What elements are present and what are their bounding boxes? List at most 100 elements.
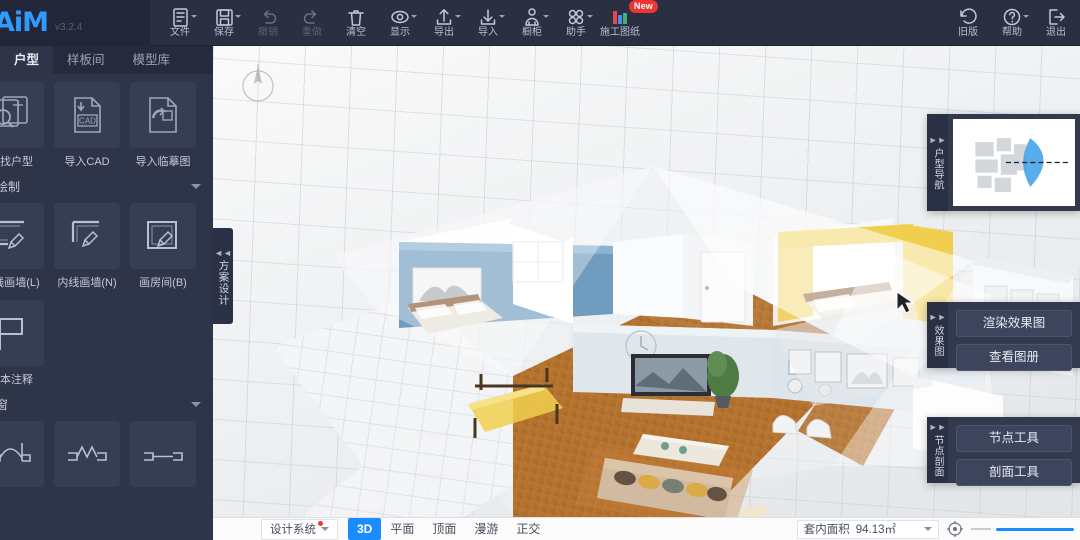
panel-toggle-node-section[interactable]: ►► 节点剖面 — [927, 417, 948, 483]
blueprint-icon — [613, 11, 627, 24]
toolbar-button-save[interactable]: 保存 — [202, 1, 246, 45]
scheme-design-label: 方案设计 — [217, 259, 230, 306]
minimap-graphic — [975, 138, 1070, 192]
toolbar-button-label: 保存 — [214, 27, 234, 38]
chevron-down-icon — [411, 14, 417, 18]
view-mode-平面[interactable]: 平面 — [381, 518, 423, 540]
search-plan-icon — [0, 96, 28, 128]
area-display[interactable]: 套内面积 94.13㎡ — [796, 519, 939, 539]
panel-tab-0[interactable]: 户型 — [0, 46, 54, 74]
tool-inner-wall[interactable] — [54, 203, 120, 269]
tool-label: 文本注释 — [0, 374, 33, 386]
save-icon — [214, 7, 234, 26]
viewport-3d[interactable]: ►► 户型导航 ►► 效果图 渲染效果图 查看图册 ►► 节点剖面 节点工具 剖… — [213, 46, 1080, 540]
inner-wall-icon — [71, 220, 99, 248]
panel-toggle-floorplan-nav[interactable]: ►► 户型导航 — [927, 114, 948, 211]
panel-tab-1[interactable]: 样板间 — [53, 46, 119, 74]
zoom-slider[interactable] — [971, 527, 1074, 531]
redo-icon — [303, 10, 317, 24]
tool-import-trace[interactable] — [130, 82, 196, 148]
design-system-button[interactable]: 设计系统 — [261, 518, 338, 540]
undo-icon — [263, 10, 277, 24]
eye-icon — [390, 7, 410, 26]
view-album-button[interactable]: 查看图册 — [956, 344, 1072, 371]
tool-search-plan[interactable] — [0, 82, 44, 148]
section-header-window[interactable]: 窗 — [0, 387, 213, 419]
toolbar-button-label: 清空 — [346, 27, 366, 38]
svg-text:CAD: CAD — [79, 117, 96, 126]
assistant-icon — [568, 9, 584, 25]
panel-toggle-render[interactable]: ►► 效果图 — [927, 302, 948, 368]
revert-icon — [960, 8, 977, 24]
node-tool-button[interactable]: 节点工具 — [956, 425, 1072, 452]
zoom-track[interactable] — [996, 527, 1074, 531]
tool-draw-room[interactable] — [130, 203, 196, 269]
double-window-icon — [68, 445, 107, 461]
panel-tab-label: 户型导航 — [932, 147, 943, 190]
toolbar-button-label: 退出 — [1046, 27, 1066, 38]
tool-outer-wall[interactable] — [0, 203, 44, 269]
area-label: 套内面积 — [803, 524, 850, 536]
trace-image-icon — [149, 97, 177, 133]
assistant-icon — [566, 7, 586, 26]
chevron-down-icon — [191, 14, 197, 18]
chevron-down-icon — [191, 184, 201, 189]
expand-arrows-icon: ►► — [928, 422, 947, 432]
section-header-draw[interactable]: 绘制 — [0, 169, 213, 201]
panel-tab-label: 效果图 — [932, 325, 943, 357]
toolbar-button-label: 施工图纸 — [600, 27, 640, 38]
view-mode-顶面[interactable]: 顶面 — [423, 518, 465, 540]
panel-tab-2[interactable]: 模型库 — [119, 46, 185, 74]
view-mode-漫游[interactable]: 漫游 — [465, 518, 507, 540]
toolbar-button-revert[interactable]: 旧版 — [946, 1, 990, 45]
view-mode-3D[interactable]: 3D — [348, 518, 382, 540]
toolbar-button-import[interactable]: 导入 — [466, 1, 510, 45]
chevron-down-icon — [543, 14, 549, 18]
redo-icon — [302, 7, 322, 26]
file-icon — [173, 8, 188, 27]
import-icon — [480, 9, 496, 25]
tool-flat-window[interactable] — [130, 421, 196, 487]
toolbar-button-help[interactable]: 帮助 — [990, 1, 1034, 45]
left-tool-panel: CAD 查找户型 导入CAD 导入临摹图 — [0, 74, 213, 540]
new-badge: New — [628, 0, 658, 13]
collapse-arrows-icon: ◄◄ — [214, 247, 232, 258]
logo-text: AiM — [0, 7, 49, 38]
top-toolbar: AiM v3.2.4 文件 保存 撤销 重做 清空 显示 导出 导入 橱柜 助手 施工图纸 New 旧… — [0, 0, 1080, 46]
render-image-button[interactable]: 渲染效果图 — [956, 310, 1072, 337]
section-tool-button[interactable]: 剖面工具 — [956, 459, 1072, 486]
cabinet-icon — [525, 8, 539, 26]
toolbar-button-blueprint[interactable]: 施工图纸 New — [598, 0, 658, 45]
toolbar-button-label: 文件 — [170, 27, 190, 38]
chevron-down-icon — [499, 14, 505, 18]
tool-text-annotation[interactable] — [0, 300, 44, 366]
tool-import-cad[interactable]: CAD — [54, 82, 120, 148]
floorplan-minimap[interactable] — [953, 119, 1075, 206]
toolbar-button-assistant[interactable]: 助手 — [554, 1, 598, 45]
chevron-down-icon — [321, 527, 329, 531]
exit-icon — [1046, 7, 1066, 26]
cabinet-icon — [522, 7, 542, 26]
file-icon — [170, 7, 190, 27]
toolbar-right-buttons: 旧版 帮助 退出 — [946, 1, 1080, 45]
toolbar-button-exit[interactable]: 退出 — [1034, 1, 1078, 45]
expand-arrows-icon: ►► — [928, 134, 947, 145]
toolbar-button-export[interactable]: 导出 — [422, 1, 466, 45]
chevron-down-icon — [1023, 14, 1029, 18]
toolbar-button-file[interactable]: 文件 — [158, 1, 202, 45]
blueprint-icon — [610, 7, 630, 26]
toolbar-button-eye[interactable]: 显示 — [378, 1, 422, 45]
notification-dot — [318, 520, 323, 526]
toolbar-button-cabinet[interactable]: 橱柜 — [510, 1, 554, 45]
section-label: 绘制 — [0, 180, 21, 194]
zoom-target-icon[interactable] — [947, 521, 963, 537]
tool-double-window[interactable] — [54, 421, 120, 487]
eye-icon — [391, 10, 409, 24]
toolbar-buttons: 文件 保存 撤销 重做 清空 显示 导出 导入 橱柜 助手 施工图纸 New — [150, 0, 946, 46]
panel-render: ►► 效果图 渲染效果图 查看图册 — [927, 302, 1080, 371]
tool-bay-window[interactable] — [0, 421, 44, 487]
left-panel-tabs: 户型 样板间 模型库 — [0, 46, 213, 74]
scheme-design-tab[interactable]: ◄◄ 方案设计 — [213, 228, 233, 324]
toolbar-button-trash[interactable]: 清空 — [334, 1, 378, 45]
view-mode-正交[interactable]: 正交 — [507, 518, 549, 540]
